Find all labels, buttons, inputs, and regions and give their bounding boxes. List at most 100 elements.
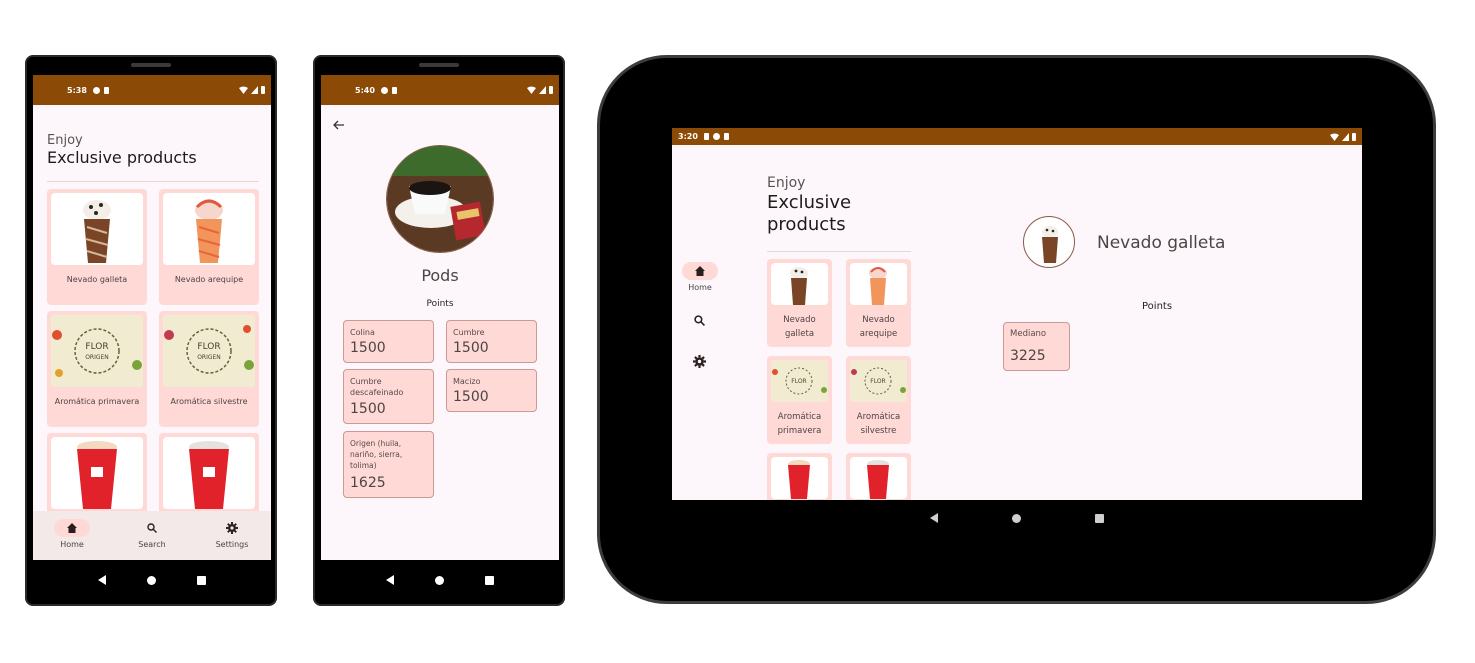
- home-icon: [67, 523, 77, 533]
- svg-text:FLOR: FLOR: [791, 378, 806, 385]
- product-card[interactable]: Nevado arequipe: [846, 259, 911, 347]
- status-bar: 5:38: [33, 75, 271, 105]
- points-option[interactable]: Origen (huila, nariño, sierra, tolima) 1…: [343, 431, 434, 498]
- home-circle-icon[interactable]: [146, 575, 156, 585]
- points-option[interactable]: Colina 1500: [343, 320, 434, 363]
- system-nav-bar: [672, 500, 1362, 536]
- detail-avatar: [1023, 216, 1075, 268]
- svg-text:ORIGEN: ORIGEN: [197, 354, 221, 361]
- nav-settings[interactable]: Settings: [212, 519, 252, 549]
- points-option-name: Macizo: [453, 377, 481, 386]
- points-option-name: Origen (huila, nariño, sierra, tolima): [350, 439, 403, 470]
- product-card[interactable]: FLOR Aromática silvestre: [846, 356, 911, 444]
- detail-name: Nevado galleta: [1097, 233, 1226, 253]
- product-name: Nevado arequipe: [174, 275, 244, 284]
- home-circle-icon[interactable]: [1012, 513, 1021, 523]
- nav-search-label: Search: [138, 540, 166, 549]
- phone-1-screen: 5:38 Enjoy Exclusive products Nevado gal…: [33, 75, 271, 560]
- divider: [767, 251, 911, 252]
- product-name: Aromática silvestre: [856, 412, 901, 436]
- back-icon[interactable]: [97, 575, 106, 585]
- points-option-value: 1500: [350, 401, 386, 417]
- product-name: Aromática primavera: [54, 397, 140, 406]
- nav-settings-label: Settings: [215, 540, 249, 549]
- nav-rail: Home: [672, 145, 728, 500]
- product-name: Aromática primavera: [777, 412, 822, 436]
- notification-icon: [380, 86, 388, 94]
- tablet-device: 3:20 Home Enjoy Exclusive products Nevad…: [597, 55, 1436, 604]
- nav-home-label: Home: [60, 540, 84, 549]
- signal-icon: [539, 86, 546, 94]
- product-image: [163, 437, 255, 509]
- product-card[interactable]: Nevado galleta: [767, 259, 832, 347]
- gear-icon[interactable]: [693, 355, 706, 368]
- product-image: FLOR: [850, 360, 907, 402]
- points-option[interactable]: Mediano 3225: [1003, 322, 1070, 371]
- product-image: [771, 457, 828, 499]
- product-image: [386, 145, 494, 253]
- product-card[interactable]: [767, 453, 832, 500]
- home-circle-icon[interactable]: [434, 575, 444, 585]
- home-icon: [695, 266, 705, 276]
- product-card[interactable]: FLOR ORIGEN Aromática silvestre: [159, 311, 259, 427]
- phone-2-screen: 5:40 Pods Points Colina 1500 Cumbre 1500…: [321, 75, 559, 560]
- status-time: 5:40: [355, 85, 375, 95]
- product-image: [51, 193, 143, 265]
- status-bar: 3:20: [672, 128, 1362, 145]
- recents-icon[interactable]: [1095, 513, 1104, 523]
- recents-icon[interactable]: [197, 575, 207, 585]
- page-title: Exclusive products: [767, 192, 852, 235]
- gear-icon: [226, 522, 238, 534]
- status-time: 3:20: [678, 132, 698, 141]
- page-title: Exclusive products: [47, 148, 197, 167]
- points-option-value: 1500: [453, 340, 489, 356]
- notification-icon: [92, 86, 100, 94]
- product-card[interactable]: Nevado arequipe: [159, 189, 259, 305]
- product-card[interactable]: [846, 453, 911, 500]
- product-card[interactable]: Nevado galleta: [47, 189, 147, 305]
- back-icon[interactable]: [385, 575, 394, 585]
- points-option-name: Colina: [350, 328, 375, 337]
- status-bar: 5:40: [321, 75, 559, 105]
- search-icon[interactable]: [694, 315, 705, 326]
- recents-icon[interactable]: [485, 575, 495, 585]
- points-option-value: 3225: [1010, 348, 1046, 364]
- signal-icon: [251, 86, 258, 94]
- product-image: [771, 263, 828, 305]
- nav-home-indicator: [54, 519, 90, 537]
- enjoy-label: Enjoy: [47, 133, 83, 148]
- tablet-screen: 3:20 Home Enjoy Exclusive products Nevad…: [672, 128, 1362, 500]
- product-card[interactable]: FLOR ORIGEN Aromática primavera: [47, 311, 147, 427]
- enjoy-label: Enjoy: [767, 175, 806, 191]
- nav-settings-indicator: [214, 519, 250, 537]
- nav-search[interactable]: Search: [132, 519, 172, 549]
- rail-home-label: Home: [688, 283, 712, 292]
- search-icon: [147, 523, 157, 533]
- product-name: Nevado galleta: [66, 275, 128, 284]
- nav-home[interactable]: Home: [52, 519, 92, 549]
- notification-icon: [703, 133, 709, 140]
- phone-2-device: 5:40 Pods Points Colina 1500 Cumbre 1500…: [313, 55, 565, 606]
- product-image: FLOR ORIGEN: [163, 315, 255, 387]
- notification-icon: [712, 133, 720, 140]
- points-option-value: 1500: [453, 389, 489, 405]
- status-time: 5:38: [67, 85, 87, 95]
- product-name: Pods: [421, 266, 459, 285]
- battery-icon: [1352, 132, 1356, 141]
- points-option[interactable]: Cumbre descafeinado 1500: [343, 369, 434, 424]
- product-name: Aromática silvestre: [170, 397, 248, 406]
- back-arrow-icon[interactable]: [333, 120, 345, 130]
- back-icon[interactable]: [930, 513, 938, 523]
- points-option-name: Cumbre: [453, 328, 485, 337]
- points-option[interactable]: Cumbre 1500: [446, 320, 537, 363]
- points-option[interactable]: Macizo 1500: [446, 369, 537, 412]
- wifi-icon: [1330, 133, 1339, 141]
- battery-icon: [261, 86, 265, 94]
- points-label: Points: [1142, 301, 1173, 312]
- wifi-icon: [527, 86, 536, 94]
- system-nav-bar: [321, 560, 559, 600]
- points-option-name: Cumbre descafeinado: [350, 377, 404, 397]
- product-card[interactable]: FLOR Aromática primavera: [767, 356, 832, 444]
- product-image: FLOR: [771, 360, 828, 402]
- rail-home[interactable]: Home: [680, 262, 720, 292]
